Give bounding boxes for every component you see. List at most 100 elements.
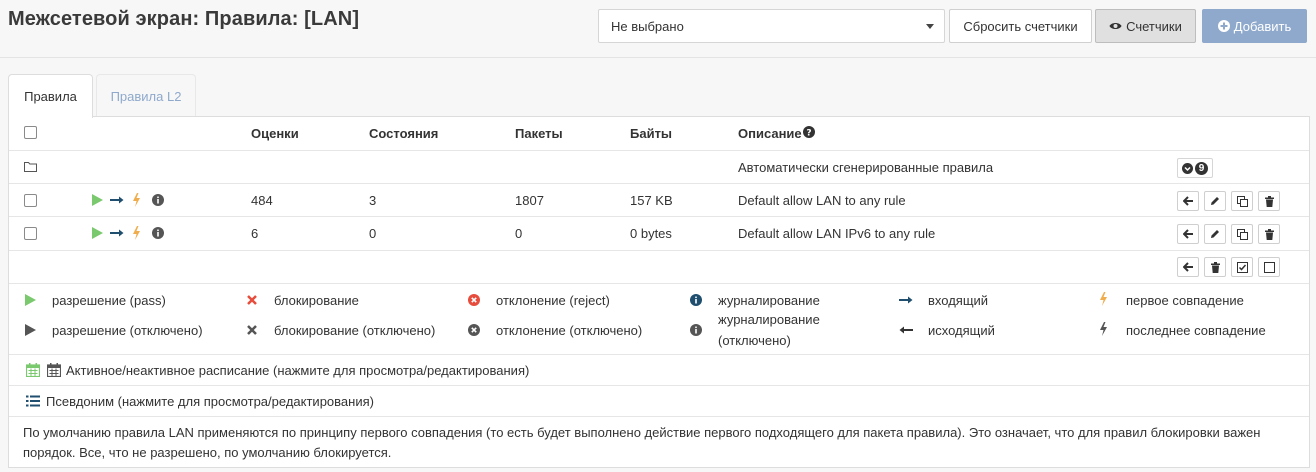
clone-icon bbox=[1236, 195, 1248, 207]
counters-label: Счетчики bbox=[1126, 18, 1182, 34]
legend-reject-disabled: отклонение (отключено) bbox=[496, 323, 643, 338]
block-disabled-icon bbox=[244, 322, 260, 338]
reset-counters-button[interactable]: Сбросить счетчики bbox=[949, 9, 1092, 43]
table-row: 484 3 1807 157 KB Default allow LAN to a… bbox=[9, 184, 1309, 217]
edit-rule-button[interactable] bbox=[1204, 191, 1226, 211]
notice-line-1: По умолчанию правила LAN применяются по … bbox=[23, 425, 1261, 440]
eye-icon bbox=[1109, 21, 1122, 31]
bulk-delete-button[interactable] bbox=[1204, 257, 1226, 277]
block-icon bbox=[244, 292, 260, 308]
tab-rules-l2[interactable]: Правила L2 bbox=[96, 74, 196, 117]
rule-ratings: 484 bbox=[251, 193, 273, 208]
reject-disabled-icon bbox=[466, 322, 482, 338]
legend-alias: Псевдоним (нажмите для просмотра/редакти… bbox=[46, 394, 374, 409]
legend-first: первое совпадение bbox=[1126, 293, 1244, 308]
calendar-active-icon bbox=[25, 362, 41, 378]
list-icon bbox=[25, 393, 41, 409]
legend-out: исходящий bbox=[928, 323, 995, 338]
auto-rules-description: Автоматически сгенерированные правила bbox=[738, 160, 994, 175]
tab-rules[interactable]: Правила bbox=[8, 74, 93, 118]
select-all-checkbox[interactable] bbox=[24, 126, 37, 139]
pencil-icon bbox=[1211, 197, 1219, 205]
move-rule-button[interactable] bbox=[1177, 191, 1199, 211]
rule-packets: 0 bbox=[515, 226, 523, 241]
legend-pass: разрешение (pass) bbox=[52, 293, 166, 308]
add-rule-label: Добавить bbox=[1233, 18, 1292, 34]
rule-ratings: 6 bbox=[251, 226, 259, 241]
rule-checkbox[interactable] bbox=[24, 194, 37, 207]
table-row: 6 0 0 0 bytes Default allow LAN IPv6 to … bbox=[9, 217, 1309, 251]
legend-block: блокирование bbox=[274, 293, 359, 308]
rule-description: Default allow LAN to any rule bbox=[738, 193, 906, 208]
arrow-in-icon bbox=[898, 292, 914, 308]
bulk-move-button[interactable] bbox=[1177, 257, 1199, 277]
move-rule-button[interactable] bbox=[1177, 224, 1199, 244]
header-states: Состояния bbox=[369, 126, 439, 141]
edit-rule-button[interactable] bbox=[1204, 224, 1226, 244]
first-match-icon bbox=[132, 226, 141, 243]
pass-icon bbox=[22, 292, 38, 308]
group-count-badge: 9 bbox=[1194, 161, 1209, 175]
legend-log: журналирование bbox=[718, 293, 820, 308]
expand-group-button[interactable]: 9 bbox=[1177, 158, 1213, 178]
clone-rule-button[interactable] bbox=[1231, 191, 1253, 211]
pass-icon[interactable] bbox=[92, 227, 103, 242]
auto-rules-group-row[interactable]: Автоматически сгенерированные правила 9 bbox=[9, 151, 1309, 184]
category-select[interactable]: Не выбрано bbox=[598, 9, 945, 43]
chevron-down-circle-icon bbox=[1181, 162, 1193, 174]
arrow-left-icon bbox=[1182, 229, 1193, 239]
delete-rule-button[interactable] bbox=[1258, 191, 1280, 211]
tab-rules-l2-label: Правила L2 bbox=[110, 88, 182, 104]
legend-last: последнее совпадение bbox=[1126, 323, 1266, 338]
legend-reject: отклонение (reject) bbox=[496, 293, 610, 308]
header-packets: Пакеты bbox=[515, 126, 563, 141]
folder-icon bbox=[24, 160, 37, 175]
legend-schedule-row: Активное/неактивное расписание (нажмите … bbox=[9, 355, 1309, 386]
question-circle-icon[interactable]: ? bbox=[803, 126, 815, 141]
pass-icon[interactable] bbox=[92, 194, 103, 209]
rule-states: 3 bbox=[369, 193, 377, 208]
pass-disabled-icon bbox=[22, 322, 38, 338]
info-icon[interactable] bbox=[152, 227, 164, 242]
rule-checkbox[interactable] bbox=[24, 227, 37, 240]
first-match-icon bbox=[132, 193, 141, 210]
arrow-left-icon bbox=[1182, 196, 1193, 206]
svg-text:?: ? bbox=[806, 129, 811, 139]
trash-icon bbox=[1264, 195, 1274, 207]
arrow-in-icon bbox=[110, 194, 124, 209]
legend-block-disabled: блокирование (отключено) bbox=[274, 323, 436, 338]
header-bytes: Байты bbox=[630, 126, 673, 141]
bulk-disable-button[interactable] bbox=[1258, 257, 1280, 277]
reject-icon bbox=[466, 292, 482, 308]
info-icon[interactable] bbox=[152, 194, 164, 209]
legend-log-disabled-line2: (отключено) bbox=[718, 333, 791, 348]
plus-circle-icon bbox=[1217, 20, 1230, 32]
clone-rule-button[interactable] bbox=[1231, 224, 1253, 244]
add-rule-button[interactable]: Добавить bbox=[1202, 9, 1307, 43]
table-header-row: Оценки Состояния Пакеты Байты Описание ? bbox=[9, 117, 1309, 151]
trash-icon bbox=[1210, 261, 1220, 273]
top-bar: Межсетевой экран: Правила: [LAN] Не выбр… bbox=[0, 0, 1316, 58]
check-square-icon bbox=[1236, 261, 1248, 273]
counters-button[interactable]: Счетчики bbox=[1095, 9, 1196, 43]
bulk-enable-button[interactable] bbox=[1231, 257, 1253, 277]
arrow-out-icon bbox=[898, 322, 914, 338]
header-description: Описание bbox=[738, 126, 802, 141]
log-disabled-icon bbox=[688, 322, 704, 338]
tab-rules-label: Правила bbox=[24, 89, 77, 104]
default-policy-notice: По умолчанию правила LAN применяются по … bbox=[23, 423, 1303, 463]
reset-counters-label: Сбросить счетчики bbox=[963, 18, 1078, 34]
page-title: Межсетевой экран: Правила: [LAN] bbox=[8, 8, 360, 30]
pencil-icon bbox=[1211, 230, 1219, 238]
delete-rule-button[interactable] bbox=[1258, 224, 1280, 244]
calendar-inactive-icon bbox=[46, 362, 62, 378]
notice-line-2: порядок. Все, что не разрешено, по умолч… bbox=[23, 445, 392, 460]
square-icon bbox=[1263, 261, 1275, 273]
rule-states: 0 bbox=[369, 226, 377, 241]
bulk-actions-row bbox=[9, 251, 1309, 284]
rule-bytes: 0 bytes bbox=[630, 226, 672, 241]
clone-icon bbox=[1236, 228, 1248, 240]
legend-schedule: Активное/неактивное расписание (нажмите … bbox=[66, 363, 530, 378]
rule-bytes: 157 KB bbox=[630, 193, 673, 208]
arrow-in-icon bbox=[110, 227, 124, 242]
